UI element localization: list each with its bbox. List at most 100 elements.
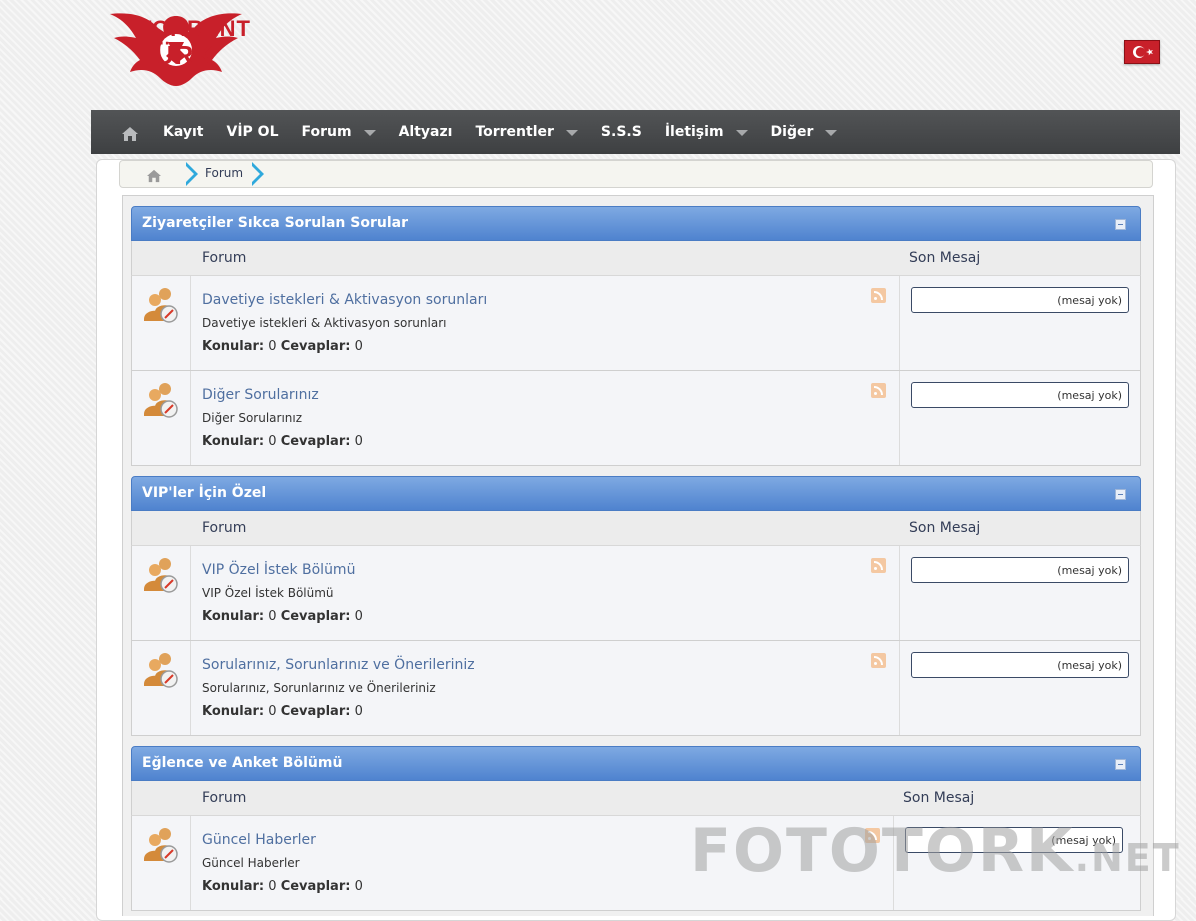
forum-icon-cell bbox=[132, 371, 191, 465]
rss-feed-icon[interactable] bbox=[871, 558, 886, 573]
topics-count: 0 bbox=[268, 609, 277, 624]
logo-text-torrent: TORRENT bbox=[138, 16, 251, 41]
topics-label: Konular: bbox=[202, 609, 265, 624]
rss-feed-icon[interactable] bbox=[871, 288, 886, 303]
forum-icon-cell bbox=[132, 276, 191, 370]
last-post-text: (mesaj yok) bbox=[1057, 564, 1122, 577]
rss-feed-icon[interactable] bbox=[871, 653, 886, 668]
replies-count: 0 bbox=[354, 339, 363, 354]
forum-description: Güncel Haberler bbox=[202, 856, 300, 870]
collapse-icon[interactable] bbox=[1115, 759, 1126, 770]
nav-label: Altyazı bbox=[398, 124, 453, 140]
column-last-post-label: Son Mesaj bbox=[909, 250, 981, 266]
nav-item-sss[interactable]: S.S.S bbox=[601, 110, 642, 154]
last-post-cell: (mesaj yok) bbox=[899, 371, 1129, 465]
rss-feed-icon[interactable] bbox=[871, 383, 886, 398]
forum-stats: Konular: 0 Cevaplar: 0 bbox=[202, 609, 363, 624]
users-forum-icon bbox=[144, 653, 178, 688]
topics-label: Konular: bbox=[202, 339, 265, 354]
category-title[interactable]: VIP'ler İçin Özel bbox=[142, 485, 266, 501]
forum-title-link[interactable]: Sorularınız, Sorunlarınız ve Önerilerini… bbox=[202, 657, 475, 673]
last-post-cell: (mesaj yok) bbox=[899, 641, 1129, 735]
replies-label: Cevaplar: bbox=[280, 339, 351, 354]
nav-item-diger[interactable]: Diğer bbox=[771, 110, 838, 154]
column-last-post-label: Son Mesaj bbox=[909, 520, 981, 536]
users-forum-icon bbox=[144, 288, 178, 323]
nav-menu: Kayıt VİP OL Forum Altyazı Torrentler S.… bbox=[163, 110, 860, 154]
category-title[interactable]: Ziyaretçiler Sıkca Sorulan Sorular bbox=[142, 215, 408, 231]
column-header-row: Forum Son Mesaj bbox=[131, 781, 1141, 815]
column-last-post-label: Son Mesaj bbox=[903, 790, 975, 806]
column-header-row: Forum Son Mesaj bbox=[131, 241, 1141, 275]
last-post-text: (mesaj yok) bbox=[1057, 389, 1122, 402]
replies-count: 0 bbox=[354, 609, 363, 624]
nav-label: S.S.S bbox=[600, 124, 642, 140]
forum-stats: Konular: 0 Cevaplar: 0 bbox=[202, 434, 363, 449]
forum-icon-cell bbox=[132, 816, 191, 910]
users-forum-icon bbox=[144, 828, 178, 863]
forum-title-link[interactable]: VIP Özel İstek Bölümü bbox=[202, 562, 355, 578]
forum-stats: Konular: 0 Cevaplar: 0 bbox=[202, 339, 363, 354]
topics-label: Konular: bbox=[202, 434, 265, 449]
last-post-box: (mesaj yok) bbox=[911, 382, 1129, 408]
replies-count: 0 bbox=[354, 879, 363, 894]
replies-label: Cevaplar: bbox=[280, 704, 351, 719]
breadcrumb-forum-link[interactable]: Forum bbox=[205, 166, 243, 180]
nav-label: VİP OL bbox=[226, 124, 279, 140]
users-forum-icon bbox=[144, 558, 178, 593]
forum-title-link[interactable]: Güncel Haberler bbox=[202, 832, 316, 848]
chevron-down-icon bbox=[825, 130, 838, 136]
nav-item-iletisim[interactable]: İletişim bbox=[665, 110, 748, 154]
replies-label: Cevaplar: bbox=[280, 609, 351, 624]
forum-stats: Konular: 0 Cevaplar: 0 bbox=[202, 704, 363, 719]
nav-item-altyazi[interactable]: Altyazı bbox=[399, 110, 453, 154]
category-header: Ziyaretçiler Sıkca Sorulan Sorular bbox=[131, 206, 1141, 241]
category-block: VIP'ler İçin Özel Forum Son Mesaj VIP Öz… bbox=[131, 476, 1141, 736]
category-block: Ziyaretçiler Sıkca Sorulan Sorular Forum… bbox=[131, 206, 1141, 466]
topics-label: Konular: bbox=[202, 704, 265, 719]
collapse-icon[interactable] bbox=[1115, 219, 1126, 230]
forum-description: Sorularınız, Sorunlarınız ve Önerilerini… bbox=[202, 681, 436, 695]
forum-row: VIP Özel İstek Bölümü VIP Özel İstek Böl… bbox=[131, 545, 1141, 641]
nav-label: Kayıt bbox=[163, 124, 204, 140]
chevron-down-icon bbox=[735, 130, 748, 136]
collapse-icon[interactable] bbox=[1115, 489, 1126, 500]
breadcrumb-separator-icon bbox=[185, 162, 198, 186]
topics-count: 0 bbox=[268, 434, 277, 449]
replies-label: Cevaplar: bbox=[280, 434, 351, 449]
forum-icon-cell bbox=[132, 546, 191, 640]
topics-count: 0 bbox=[268, 704, 277, 719]
forum-row: Davetiye istekleri & Aktivasyon sorunlar… bbox=[131, 275, 1141, 371]
category-header: VIP'ler İçin Özel bbox=[131, 476, 1141, 511]
watermark: FOTOTORK.NET bbox=[690, 816, 1181, 886]
last-post-box: (mesaj yok) bbox=[911, 652, 1129, 678]
nav-item-vip-ol[interactable]: VİP OL bbox=[226, 110, 278, 154]
nav-item-torrentler[interactable]: Torrentler bbox=[475, 110, 578, 154]
watermark-main: FOTOTORK bbox=[690, 816, 1075, 886]
turkish-flag-icon[interactable] bbox=[1124, 40, 1160, 64]
chevron-down-icon bbox=[363, 130, 376, 136]
home-icon[interactable] bbox=[121, 126, 139, 142]
last-post-text: (mesaj yok) bbox=[1057, 659, 1122, 672]
forum-title-link[interactable]: Diğer Sorularınız bbox=[202, 387, 319, 403]
last-post-cell: (mesaj yok) bbox=[899, 276, 1129, 370]
forum-description: VIP Özel İstek Bölümü bbox=[202, 586, 334, 600]
category-title[interactable]: Eğlence ve Anket Bölümü bbox=[142, 755, 342, 771]
forum-description: Diğer Sorularınız bbox=[202, 411, 303, 425]
breadcrumb: Forum bbox=[119, 160, 1153, 188]
nav-item-kayit[interactable]: Kayıt bbox=[163, 110, 203, 154]
forum-stats: Konular: 0 Cevaplar: 0 bbox=[202, 879, 363, 894]
last-post-box: (mesaj yok) bbox=[911, 287, 1129, 313]
topics-count: 0 bbox=[268, 879, 277, 894]
breadcrumb-separator-icon bbox=[251, 162, 264, 186]
last-post-cell: (mesaj yok) bbox=[899, 546, 1129, 640]
nav-item-forum[interactable]: Forum bbox=[302, 110, 376, 154]
column-forum-label: Forum bbox=[202, 250, 247, 266]
last-post-box: (mesaj yok) bbox=[911, 557, 1129, 583]
nav-label: Torrentler bbox=[475, 124, 554, 140]
home-icon[interactable] bbox=[146, 168, 162, 183]
forum-description: Davetiye istekleri & Aktivasyon sorunlar… bbox=[202, 316, 447, 330]
forum-icon-cell bbox=[132, 641, 191, 735]
last-post-text: (mesaj yok) bbox=[1057, 294, 1122, 307]
forum-title-link[interactable]: Davetiye istekleri & Aktivasyon sorunlar… bbox=[202, 292, 487, 308]
